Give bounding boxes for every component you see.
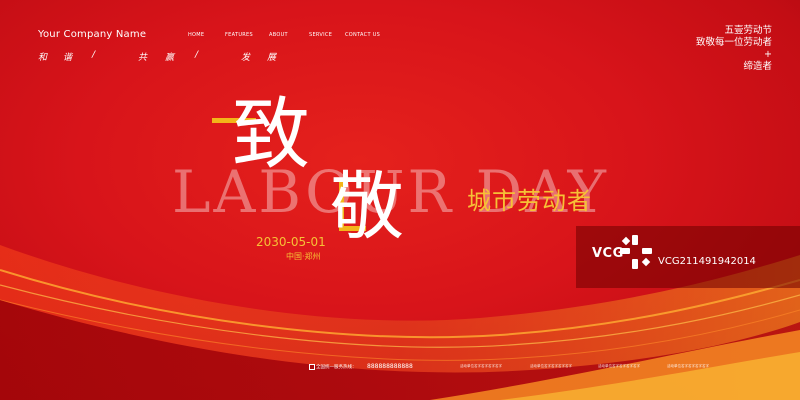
right-note-line: 五壹劳动节 (724, 25, 772, 36)
right-note: 五壹劳动节 致敬每一位劳动者 + 缔造者 (696, 25, 772, 73)
company-name: Your Company Name (38, 29, 147, 40)
nav-service[interactable]: SERVICE (309, 32, 332, 38)
right-note-line: + (764, 49, 772, 60)
slogan-char: 谐 (63, 53, 73, 63)
nav-home[interactable]: HOME (188, 32, 204, 38)
slogan-divider: / (92, 50, 96, 60)
slogan-char: 赢 (165, 53, 175, 63)
event-place: 中国·郑州 (286, 252, 321, 261)
slogan-char: 发 (241, 53, 251, 63)
slogan-char: 共 (138, 53, 148, 63)
hotline-icon (309, 364, 315, 370)
footer-hotline-label: 全国统一服务热线： (316, 365, 357, 370)
slogan-char: 和 (38, 53, 48, 63)
slogan-char: 展 (267, 53, 277, 63)
footer-item: 活动单位名字名字名字名字 (530, 364, 572, 368)
headline-char-2: 敬 (330, 164, 404, 250)
right-note-line: 缔造者 (743, 61, 772, 72)
subtitle: 城市劳动者 (467, 187, 592, 215)
footer-item: 活动单位名字名字名字名字 (598, 364, 640, 368)
event-date: 2030-05-01 (256, 235, 326, 249)
nav-contact[interactable]: CONTACT US (345, 32, 380, 38)
footer-phone: 888888888888 (367, 363, 413, 370)
labor-day-poster: Your Company Name 和 谐 / 共 赢 / 发 展 HOME F… (0, 0, 800, 400)
footer-item: 活动单位名字名字名字名字 (667, 364, 709, 368)
vcg-flower-icon (620, 235, 652, 269)
right-note-line: 致敬每一位劳动者 (695, 37, 772, 48)
headline-char-1: 致 (232, 90, 311, 180)
footer-item: 活动单位名字名字名字名字 (460, 364, 502, 368)
watermark-id: VCG211491942014 (658, 256, 756, 267)
nav-about[interactable]: ABOUT (269, 32, 288, 38)
slogan-divider: / (195, 50, 199, 60)
nav-features[interactable]: FEATURES (225, 32, 253, 38)
